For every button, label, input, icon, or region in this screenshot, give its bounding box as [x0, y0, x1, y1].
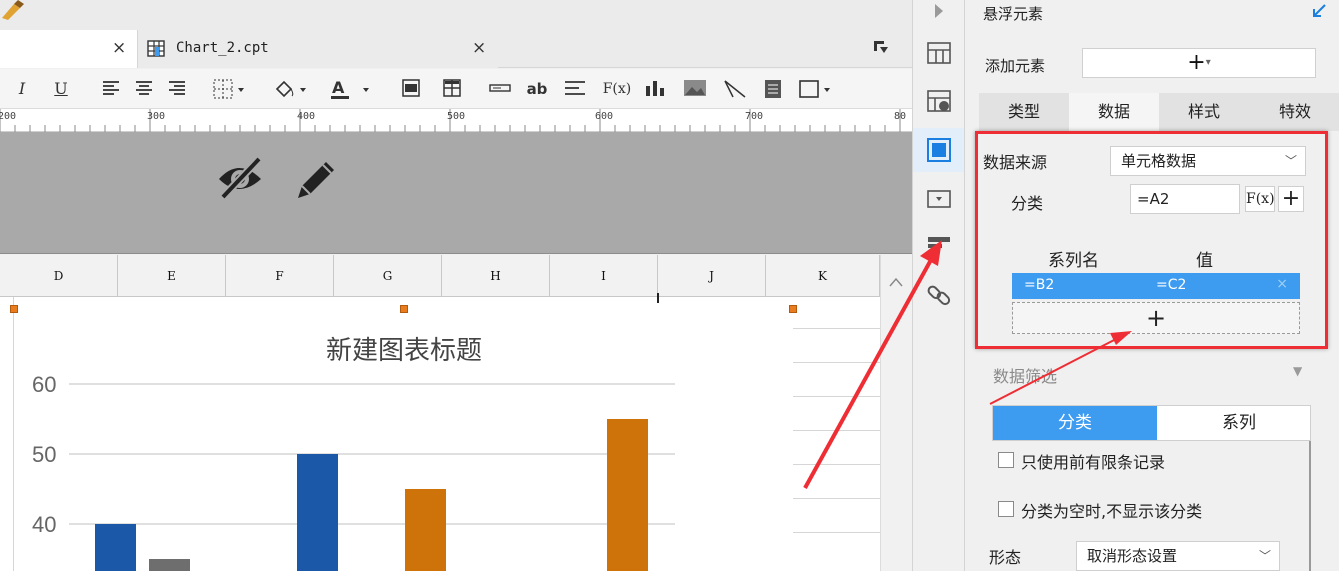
annotation-arrow-short [989, 337, 1119, 405]
app-window: × Chart_2.cpt × I U A ab F(x) 200 300 40… [0, 0, 1339, 571]
annotation-arrowhead [1110, 331, 1132, 345]
annotation-arrowhead [920, 240, 942, 266]
annotation-arrows [803, 240, 1132, 489]
annotation-arrow-long [803, 257, 934, 489]
